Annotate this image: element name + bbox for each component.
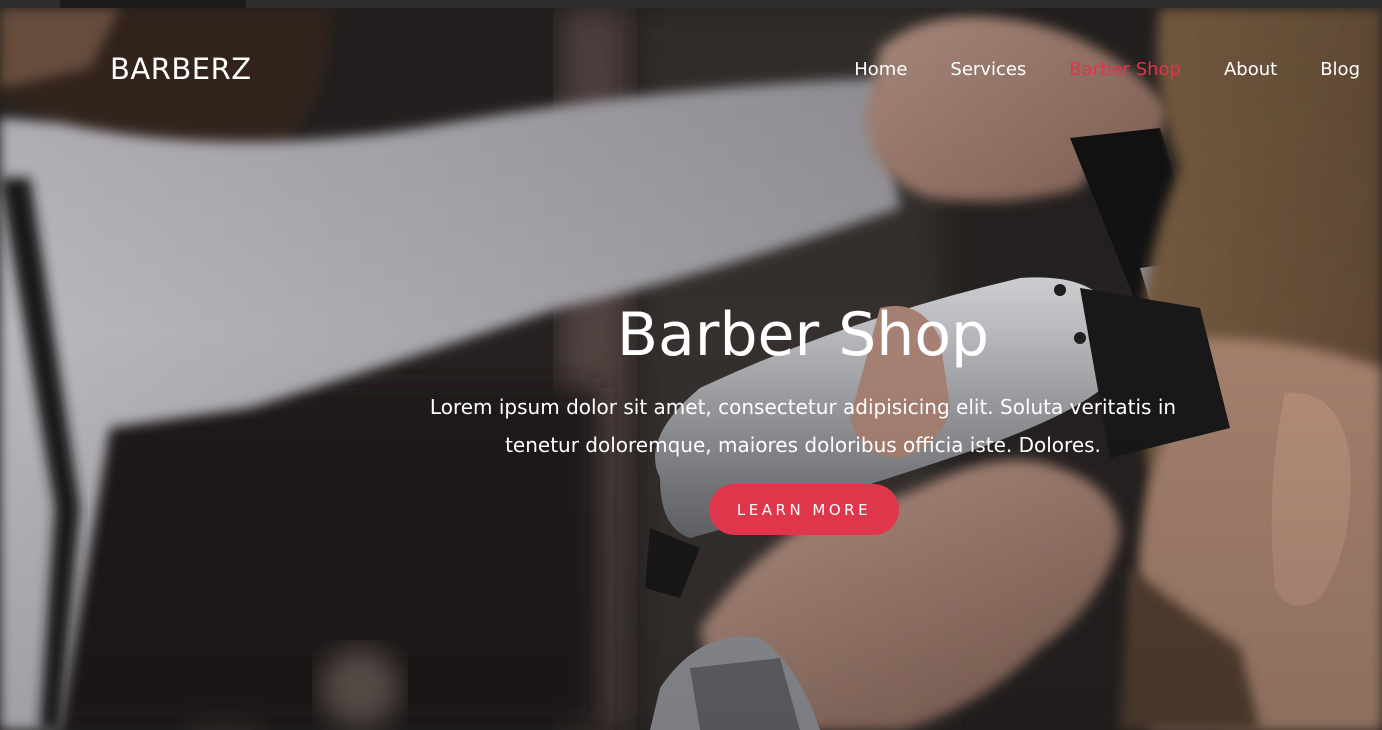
hero-title: Barber Shop (616, 300, 990, 370)
main-nav: Home Services Barber Shop About Blog (854, 59, 1360, 80)
nav-item-home[interactable]: Home (854, 59, 907, 80)
nav-item-blog[interactable]: Blog (1320, 59, 1360, 80)
site-navbar: BARBERZ Home Services Barber Shop About … (0, 8, 1382, 132)
hero-description: Lorem ipsum dolor sit amet, consectetur … (429, 395, 1177, 457)
browser-tab-strip (60, 0, 246, 8)
nav-item-services[interactable]: Services (950, 59, 1026, 80)
nav-item-about[interactable]: About (1224, 59, 1277, 80)
browser-top-bar (0, 0, 1382, 8)
nav-item-barber-shop[interactable]: Barber Shop (1069, 59, 1181, 80)
site-logo[interactable]: BARBERZ (110, 52, 252, 86)
learn-more-button[interactable]: LEARN MORE (709, 484, 899, 535)
